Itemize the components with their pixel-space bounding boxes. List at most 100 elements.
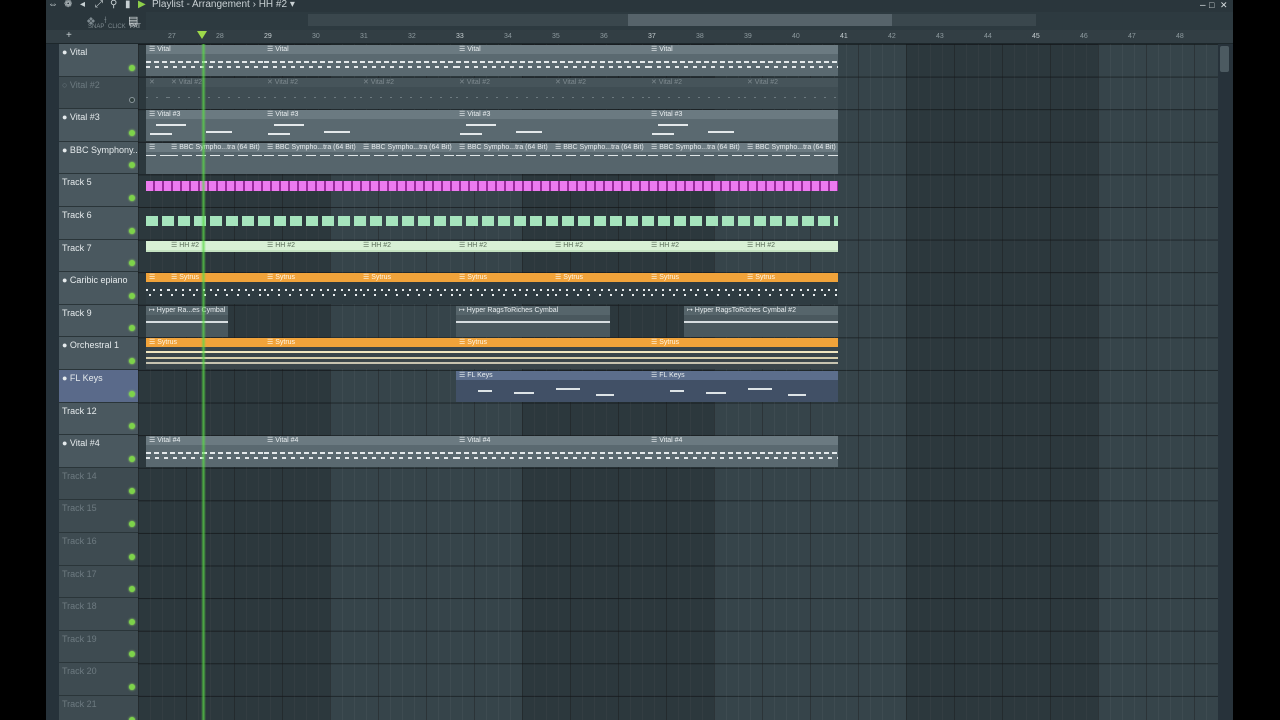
back-icon[interactable]: ◂ [80,0,85,10]
clip-bbc[interactable]: ☰ BBC Sympho...tra (64 Bit) [744,142,838,174]
clip-sytrus-orchestral[interactable]: ☰ Sytrus [648,338,838,370]
clip-bbc[interactable]: ☰ BBC Sympho...tra (64 Bit) [552,142,648,174]
track-header-track-9[interactable]: Track 9 [59,304,138,338]
overview-view-range[interactable] [628,14,892,26]
clip-bbc[interactable]: ☰ BBC Sympho...tra (64 Bit) [648,142,744,174]
track-enable-led[interactable] [129,390,135,397]
clip-bbc[interactable]: ☰ [146,142,168,174]
track-enable-led[interactable] [129,97,135,104]
track-header-orchestral-1[interactable]: ● Orchestral 1 [59,337,138,370]
clip-sytrus-orchestral[interactable]: ☰ Sytrus [264,338,456,370]
track-enable-led[interactable] [129,194,135,201]
clip-vital[interactable]: ☰ Vital [456,45,648,76]
restore-button[interactable]: □ [1209,0,1214,10]
track-enable-led[interactable] [129,488,135,495]
clip-bbc[interactable]: ☰ BBC Sympho...tra (64 Bit) [264,142,360,174]
clip-vital-4[interactable]: ☰ Vital #4 [648,436,838,468]
time-ruler[interactable]: 27 28 29 30 31 32 33 34 35 36 37 38 39 4… [46,30,1233,44]
slice-icon[interactable]: ⟊ [104,15,107,26]
track-enable-led[interactable] [129,64,135,71]
clip-hh-2[interactable]: ☰ HH #2 [456,240,552,252]
vertical-scrollbar[interactable] [1218,44,1233,720]
clip-vital-4[interactable]: ☰ Vital #4 [264,436,456,468]
track-header-fl-keys[interactable]: ● FL Keys [59,370,138,403]
playhead-marker[interactable] [197,31,207,39]
clip-vital-2[interactable]: ✕ Vital #2 [552,77,648,109]
clip-sytrus[interactable]: ☰ Sytrus [264,273,360,305]
track-header-track-20[interactable]: Track 20 [59,663,138,696]
track-header-track-6[interactable]: Track 6 [59,207,138,240]
clip-track-5[interactable] [146,175,838,192]
clip-sytrus[interactable]: ☰ Sytrus [744,273,838,305]
clip-sytrus[interactable]: ☰ [146,273,168,305]
clip-sytrus[interactable]: ☰ Sytrus [648,273,744,305]
clip-vital-2[interactable]: ✕ Vital #2 [456,77,552,109]
close-button[interactable]: ✕ [1220,0,1228,11]
track-header-track-18[interactable]: Track 18 [59,598,138,631]
track-header-track-15[interactable]: Track 15 [59,500,138,533]
clip-vital-2[interactable]: ✕ Vital #2 [744,77,838,109]
playhead-line[interactable] [201,44,206,720]
track-enable-led[interactable] [129,553,135,560]
clip-vital[interactable]: ☰ Vital [648,45,838,76]
track-header-vital-2[interactable]: ○ Vital #2 [59,76,138,110]
track-enable-led[interactable] [129,292,135,299]
clip-cymbal-audio[interactable]: ↦ Hyper Ra...es Cymbal [146,305,228,337]
track-enable-led[interactable] [129,162,135,169]
clip-bbc[interactable]: ☰ BBC Sympho...tra (64 Bit) [360,142,456,174]
clip-bbc[interactable]: ☰ BBC Sympho...tra (64 Bit) [456,142,552,174]
overview-bar-end[interactable] [892,14,1036,26]
clip-sytrus-orchestral[interactable]: ☰ Sytrus [456,338,648,370]
track-header-vital[interactable]: ● Vital [59,44,138,77]
speaker-icon[interactable]: ▮ [125,0,131,10]
track-enable-led[interactable] [129,618,135,625]
track-enable-led[interactable] [129,520,135,527]
track-enable-led[interactable] [129,651,135,658]
track-header-track-12[interactable]: Track 12 [59,402,138,436]
clip-vital-4[interactable]: ☰ Vital #4 [456,436,648,468]
clip-vital-2[interactable]: ✕ Vital #2 [168,77,264,109]
clip-vital-2[interactable]: ✕ Vital #2 [648,77,744,109]
clip-hh-2[interactable]: ☰ HH #2 [552,240,648,252]
clip-hh-2[interactable] [146,240,168,252]
track-header-track-14[interactable]: Track 14 [59,467,138,501]
clip-cymbal-audio[interactable]: ↦ Hyper RagsToRiches Cymbal #2 [684,305,838,337]
clip-fl-keys[interactable]: ☰ FL Keys [648,371,838,402]
clip-hh-2[interactable]: ☰ HH #2 [264,240,360,252]
track-enable-led[interactable] [129,325,135,332]
clip-vital-3[interactable]: ☰ Vital #3 [456,110,648,142]
clip-sytrus[interactable]: ☰ Sytrus [360,273,456,305]
clip-vital-2[interactable]: ✕ Vital #2 [264,77,360,109]
clip-sytrus[interactable]: ☰ Sytrus [456,273,552,305]
track-enable-led[interactable] [129,586,135,593]
track-header-track-5[interactable]: Track 5 [59,174,138,207]
clip-hh-2[interactable]: ☰ HH #2 [648,240,744,252]
track-enable-led[interactable] [129,227,135,234]
clip-sytrus[interactable]: ☰ Sytrus [168,273,264,305]
track-enable-led[interactable] [129,716,135,720]
track-enable-led[interactable] [129,683,135,690]
track-header-bbc-symphony[interactable]: ● BBC Symphony... [59,141,140,175]
track-header-caribic-epiano[interactable]: ● Caribic epiano [59,272,138,305]
track-header-track-21[interactable]: Track 21 [59,696,138,720]
track-enable-led[interactable] [129,260,135,267]
clip-vital[interactable]: ☰ Vital [264,45,456,76]
clip-vital-3[interactable]: ☰ Vital #3 [648,110,838,142]
clip-vital-3[interactable]: ☰ Vital #3 [264,110,456,142]
clip-sytrus[interactable]: ☰ Sytrus [552,273,648,305]
maximize-icon[interactable]: ⤢ [95,0,103,10]
vertical-scrollbar-thumb[interactable] [1220,46,1229,72]
pin-icon[interactable]: ❁ [64,0,72,10]
track-enable-led[interactable] [129,129,135,136]
clip-hh-2[interactable]: ☰ HH #2 [168,240,264,252]
track-header-track-7[interactable]: Track 7 [59,239,138,273]
track-enable-led[interactable] [129,455,135,462]
track-header-vital-3[interactable]: ● Vital #3 [59,109,138,142]
play-arrow-icon[interactable]: ▶ [138,0,146,10]
track-enable-led[interactable] [129,423,135,430]
add-track-button[interactable]: + [66,30,72,41]
minimize-button[interactable]: – [1200,0,1206,11]
track-header-track-17[interactable]: Track 17 [59,565,138,599]
track-header-track-16[interactable]: Track 16 [59,533,138,566]
zoom-icon[interactable]: ⚲ [110,0,117,10]
